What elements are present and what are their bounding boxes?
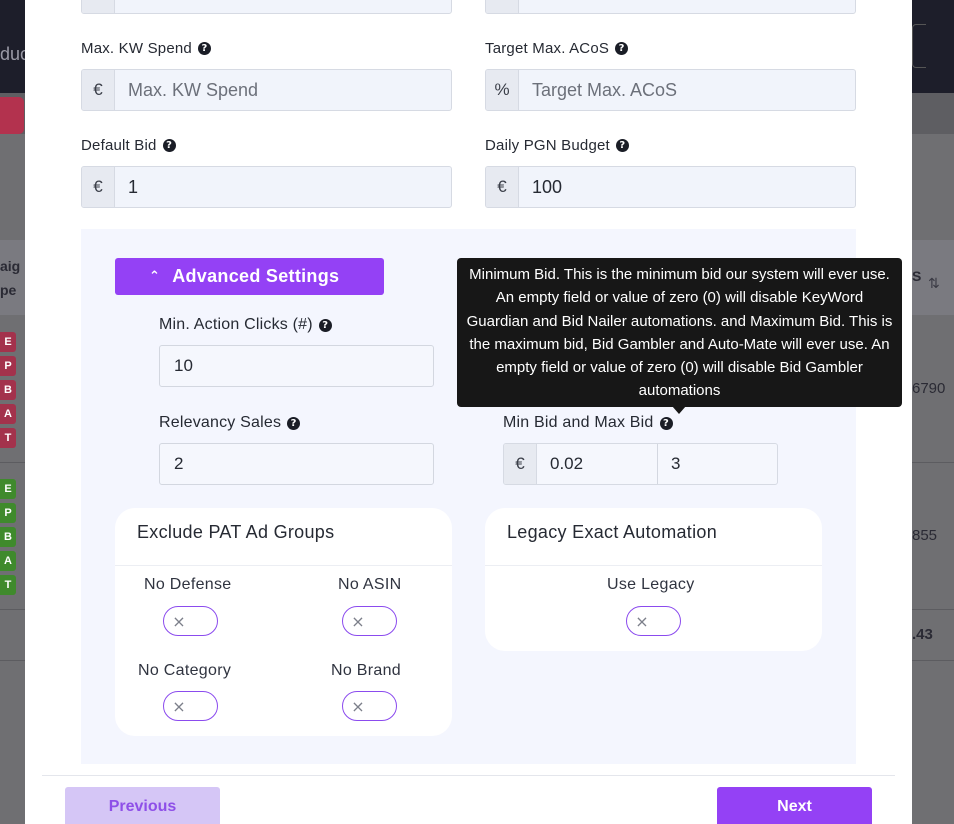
background-tag: E xyxy=(0,479,16,499)
background-header-line-2: pe xyxy=(0,282,17,298)
background-tag: B xyxy=(0,527,16,547)
relevancy-sales-input[interactable]: 2 xyxy=(159,443,434,485)
currency-addon: € xyxy=(486,167,519,207)
background-red-button xyxy=(0,97,24,134)
background-tag: P xyxy=(0,503,16,523)
background-tag: E xyxy=(0,332,16,352)
background-header-right: S xyxy=(912,268,922,284)
max-kw-spend-label-text: Max. KW Spend xyxy=(81,40,192,57)
no-category-toggle[interactable]: × xyxy=(163,691,218,721)
chevron-double-up-icon: ⌃ xyxy=(149,269,161,284)
daily-pgn-budget-label: Daily PGN Budget ? xyxy=(485,137,629,154)
question-circle-icon[interactable]: ? xyxy=(197,42,211,55)
default-bid-input[interactable]: 1 xyxy=(115,167,451,207)
target-max-acos-label-text: Target Max. ACoS xyxy=(485,40,610,57)
min-max-bid-label: Min Bid and Max Bid ? xyxy=(503,414,673,432)
max-kw-spend-field[interactable]: € Max. KW Spend xyxy=(81,69,452,111)
use-legacy-toggle[interactable]: × xyxy=(626,606,681,636)
no-category-label: No Category xyxy=(138,662,232,679)
x-icon: × xyxy=(351,696,365,716)
top-field-right[interactable] xyxy=(485,0,856,14)
daily-pgn-budget-label-text: Daily PGN Budget xyxy=(485,137,610,154)
top-field-left-input[interactable] xyxy=(115,0,451,13)
sort-arrows-icon: ⇅ xyxy=(928,276,940,292)
currency-addon: € xyxy=(82,167,115,207)
target-max-acos-label: Target Max. ACoS ? xyxy=(485,40,629,57)
no-brand-toggle[interactable]: × xyxy=(342,691,397,721)
question-circle-icon[interactable]: ? xyxy=(162,139,176,152)
advanced-settings-button[interactable]: ⌃ Advanced Settings xyxy=(115,258,384,295)
x-icon: × xyxy=(172,696,186,716)
no-brand-label: No Brand xyxy=(331,662,401,679)
exclude-pat-title: Exclude PAT Ad Groups xyxy=(137,522,335,542)
target-max-acos-input[interactable]: Target Max. ACoS xyxy=(519,70,855,110)
daily-pgn-budget-field[interactable]: € 100 xyxy=(485,166,856,208)
no-defense-label: No Defense xyxy=(144,576,232,593)
min-action-clicks-input[interactable]: 10 xyxy=(159,345,434,387)
previous-button[interactable]: Previous xyxy=(65,787,220,824)
top-field-left[interactable] xyxy=(81,0,452,14)
question-circle-icon[interactable]: ? xyxy=(318,318,332,332)
default-bid-label: Default Bid ? xyxy=(81,137,176,154)
background-tag: B xyxy=(0,380,16,400)
campaign-settings-modal: Max. KW Spend ? € Max. KW Spend Target M… xyxy=(25,0,912,824)
background-header-line-1: aig xyxy=(0,258,21,274)
tooltip-arrow xyxy=(672,406,686,414)
background-tag: A xyxy=(0,551,16,571)
min-max-bid-field[interactable]: € 0.02 3 xyxy=(503,443,778,485)
default-bid-label-text: Default Bid xyxy=(81,137,157,154)
relevancy-sales-label: Relevancy Sales ? xyxy=(159,414,301,432)
min-max-bid-tooltip: Minimum Bid. This is the minimum bid our… xyxy=(457,258,902,407)
question-circle-icon[interactable]: ? xyxy=(615,42,629,55)
exclude-pat-card: Exclude PAT Ad Groups No Defense × No AS… xyxy=(115,508,452,736)
card-divider xyxy=(115,565,452,566)
min-action-clicks-label-text: Min. Action Clicks (#) xyxy=(159,316,313,333)
question-circle-icon[interactable]: ? xyxy=(615,139,629,152)
percent-addon: % xyxy=(486,70,519,110)
max-kw-spend-label: Max. KW Spend ? xyxy=(81,40,211,57)
next-button[interactable]: Next xyxy=(717,787,872,824)
min-bid-input[interactable]: 0.02 xyxy=(537,444,658,484)
background-tag: T xyxy=(0,575,16,595)
legacy-exact-card: Legacy Exact Automation Use Legacy × xyxy=(485,508,822,651)
background-tag: T xyxy=(0,428,16,448)
min-max-bid-label-text: Min Bid and Max Bid xyxy=(503,414,654,431)
x-icon: × xyxy=(172,611,186,631)
legacy-exact-title: Legacy Exact Automation xyxy=(507,522,718,542)
background-topbar-button xyxy=(912,24,926,68)
x-icon: × xyxy=(351,611,365,631)
footer-divider xyxy=(42,775,895,776)
question-circle-icon[interactable]: ? xyxy=(659,416,673,430)
currency-addon: € xyxy=(82,70,115,110)
background-row-value: .43 xyxy=(912,626,933,643)
default-bid-field[interactable]: € 1 xyxy=(81,166,452,208)
no-asin-toggle[interactable]: × xyxy=(342,606,397,636)
top-field-left-addon xyxy=(82,0,115,13)
max-kw-spend-input[interactable]: Max. KW Spend xyxy=(115,70,451,110)
no-asin-label: No ASIN xyxy=(338,576,402,593)
use-legacy-label: Use Legacy xyxy=(607,576,695,593)
daily-pgn-budget-input[interactable]: 100 xyxy=(519,167,855,207)
relevancy-sales-label-text: Relevancy Sales xyxy=(159,414,282,431)
no-defense-toggle[interactable]: × xyxy=(163,606,218,636)
question-circle-icon[interactable]: ? xyxy=(287,416,301,430)
x-icon: × xyxy=(635,611,649,631)
background-row-value: 6790 xyxy=(912,380,946,397)
target-max-acos-field[interactable]: % Target Max. ACoS xyxy=(485,69,856,111)
advanced-settings-button-label: Advanced Settings xyxy=(172,266,340,286)
card-divider xyxy=(485,565,822,566)
background-row-value: 855 xyxy=(912,527,938,544)
background-tag: P xyxy=(0,356,16,376)
top-field-right-input[interactable] xyxy=(519,0,855,13)
background-tag: A xyxy=(0,404,16,424)
min-action-clicks-label: Min. Action Clicks (#) ? xyxy=(159,316,332,334)
currency-addon: € xyxy=(504,444,537,484)
max-bid-input[interactable]: 3 xyxy=(658,444,777,484)
top-field-right-addon xyxy=(486,0,519,13)
